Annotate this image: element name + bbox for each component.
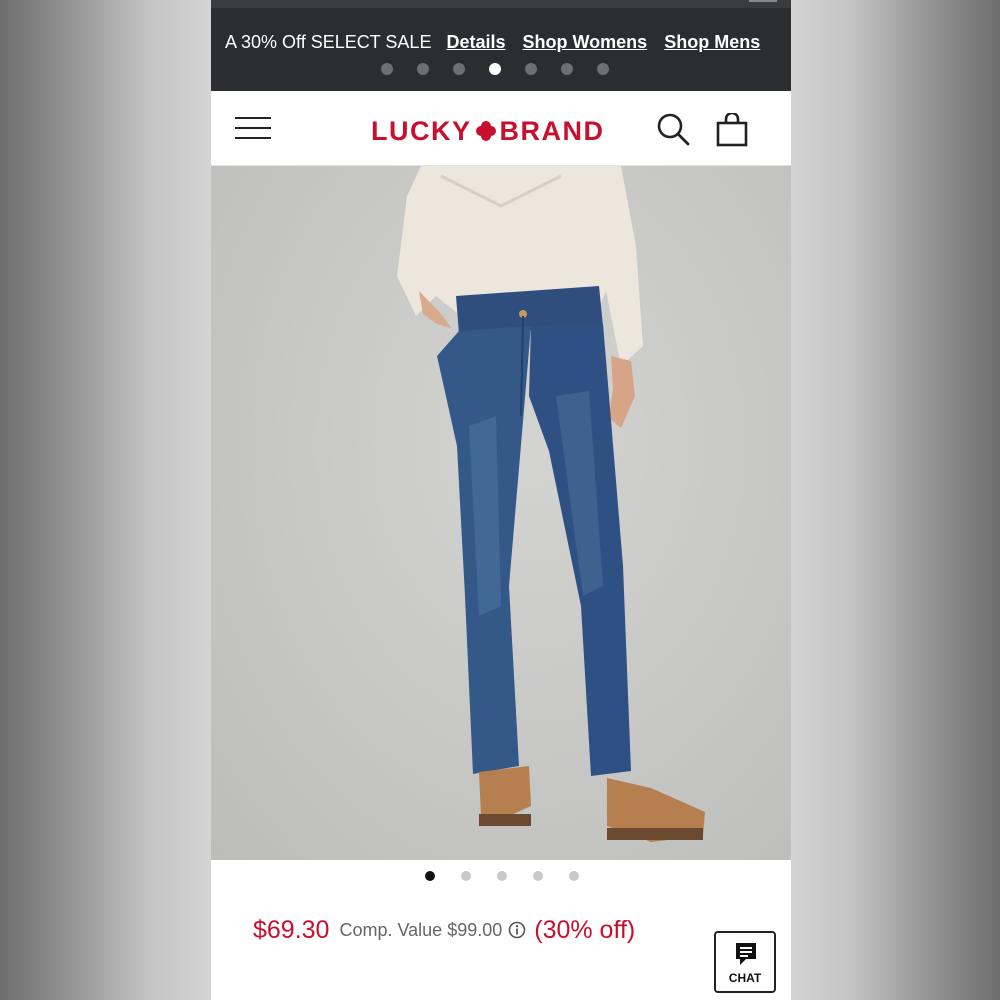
phone-screen: A 30% Off SELECT SALE Details Shop Women… bbox=[211, 0, 791, 1000]
chat-label: CHAT bbox=[728, 971, 762, 985]
info-icon[interactable] bbox=[508, 921, 526, 939]
clover-icon bbox=[475, 121, 496, 141]
image-pagination bbox=[425, 871, 579, 881]
sale-price: $69.30 bbox=[253, 915, 330, 944]
image-dot-4[interactable] bbox=[533, 871, 543, 881]
shopping-bag-icon[interactable] bbox=[715, 113, 749, 147]
promo-banner: A 30% Off SELECT SALE Details Shop Women… bbox=[211, 0, 791, 91]
comp-value: Comp. Value $99.00 bbox=[339, 919, 503, 940]
shop-womens-link[interactable]: Shop Womens bbox=[523, 32, 648, 52]
chat-bubble-icon bbox=[736, 943, 756, 965]
logo-word-brand: BRAND bbox=[499, 115, 605, 146]
image-dot-5[interactable] bbox=[569, 871, 579, 881]
product-photo-bootcut-jeans bbox=[397, 166, 705, 842]
hamburger-menu-icon[interactable] bbox=[235, 115, 271, 141]
lucky-brand-logo[interactable]: LUCKY BRAND bbox=[371, 115, 625, 147]
promo-dot-2[interactable] bbox=[417, 63, 429, 75]
site-header: LUCKY BRAND bbox=[211, 91, 791, 166]
promo-details-link[interactable]: Details bbox=[446, 32, 505, 52]
image-dot-3[interactable] bbox=[497, 871, 507, 881]
promo-dot-6[interactable] bbox=[561, 63, 573, 75]
promo-message: A 30% Off SELECT SALE bbox=[225, 32, 432, 52]
search-icon[interactable] bbox=[655, 111, 691, 147]
image-dot-1[interactable] bbox=[425, 871, 435, 881]
promo-pagination bbox=[381, 63, 609, 75]
status-strip bbox=[211, 0, 791, 8]
product-image[interactable] bbox=[211, 166, 791, 860]
promo-dot-5[interactable] bbox=[525, 63, 537, 75]
promo-dot-3[interactable] bbox=[453, 63, 465, 75]
chat-button[interactable]: CHAT bbox=[714, 931, 776, 993]
promo-dot-1[interactable] bbox=[381, 63, 393, 75]
price-row: $69.30 Comp. Value $99.00 (30% off) bbox=[253, 912, 635, 948]
image-dot-2[interactable] bbox=[461, 871, 471, 881]
promo-dot-4[interactable] bbox=[489, 63, 501, 75]
logo-word-lucky: LUCKY bbox=[371, 115, 472, 146]
shop-mens-link[interactable]: Shop Mens bbox=[664, 32, 760, 52]
discount-percent: (30% off) bbox=[534, 915, 636, 944]
promo-dot-7[interactable] bbox=[597, 63, 609, 75]
promo-text-row: A 30% Off SELECT SALE Details Shop Women… bbox=[225, 30, 772, 54]
